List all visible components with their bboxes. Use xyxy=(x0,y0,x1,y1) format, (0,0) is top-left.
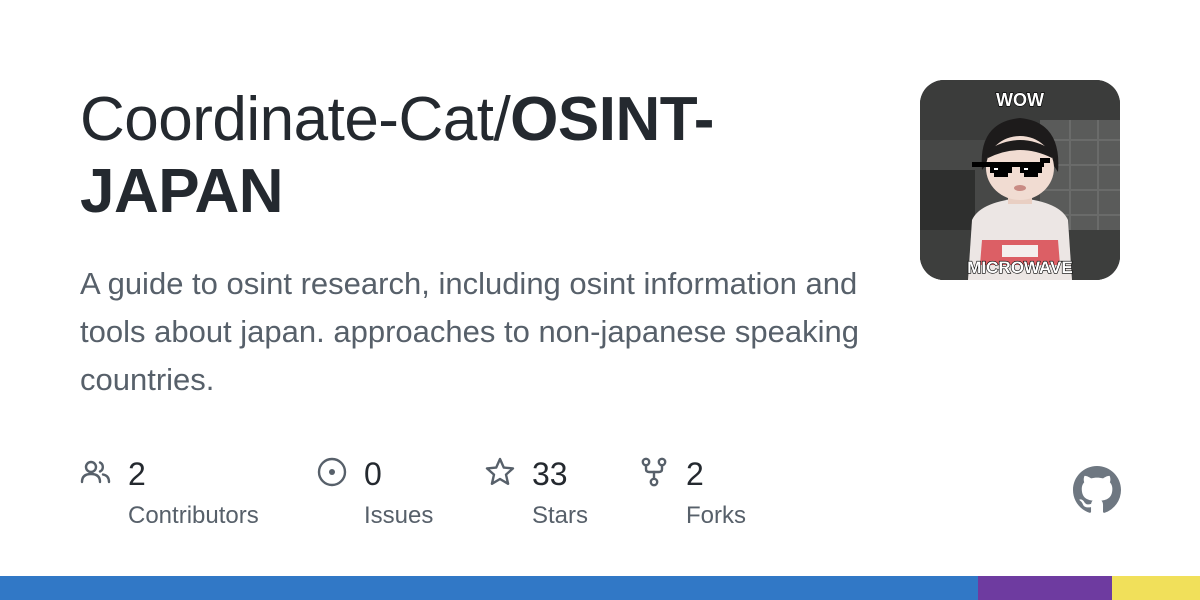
repo-owner[interactable]: Coordinate-Cat/ xyxy=(80,85,511,154)
stat-stars-value: 33 xyxy=(532,456,568,492)
stat-contributors-value: 2 xyxy=(128,456,146,492)
stat-issues-value: 0 xyxy=(364,456,382,492)
language-bar-segment xyxy=(1112,576,1200,600)
github-mark-icon[interactable] xyxy=(1073,466,1121,514)
avatar-bottom-text: MICROWAVE xyxy=(967,258,1072,277)
owner-avatar[interactable]: WOW MICROWAVE xyxy=(920,80,1120,280)
language-bar xyxy=(0,576,1200,600)
stat-stars-label: Stars xyxy=(532,502,589,529)
stat-forks-value: 2 xyxy=(686,456,704,492)
stat-forks-label: Forks xyxy=(686,502,746,529)
star-icon xyxy=(485,457,515,485)
stat-issues-label: Issues xyxy=(364,502,434,529)
avatar-top-text: WOW xyxy=(996,90,1044,110)
avatar-image: WOW MICROWAVE xyxy=(920,80,1120,280)
stat-contributors-label: Contributors xyxy=(128,502,259,529)
issue-circle-icon xyxy=(317,457,347,487)
people-icon xyxy=(80,460,111,484)
repo-title[interactable]: Coordinate-Cat/OSINT-JAPAN xyxy=(80,84,840,228)
language-bar-segment xyxy=(0,576,978,600)
fork-icon xyxy=(641,457,667,487)
language-bar-segment xyxy=(978,576,1112,600)
repo-description: A guide to osint research, including osi… xyxy=(80,266,860,397)
social-preview-card: Coordinate-Cat/OSINT-JAPAN A guide to os… xyxy=(0,0,1200,600)
